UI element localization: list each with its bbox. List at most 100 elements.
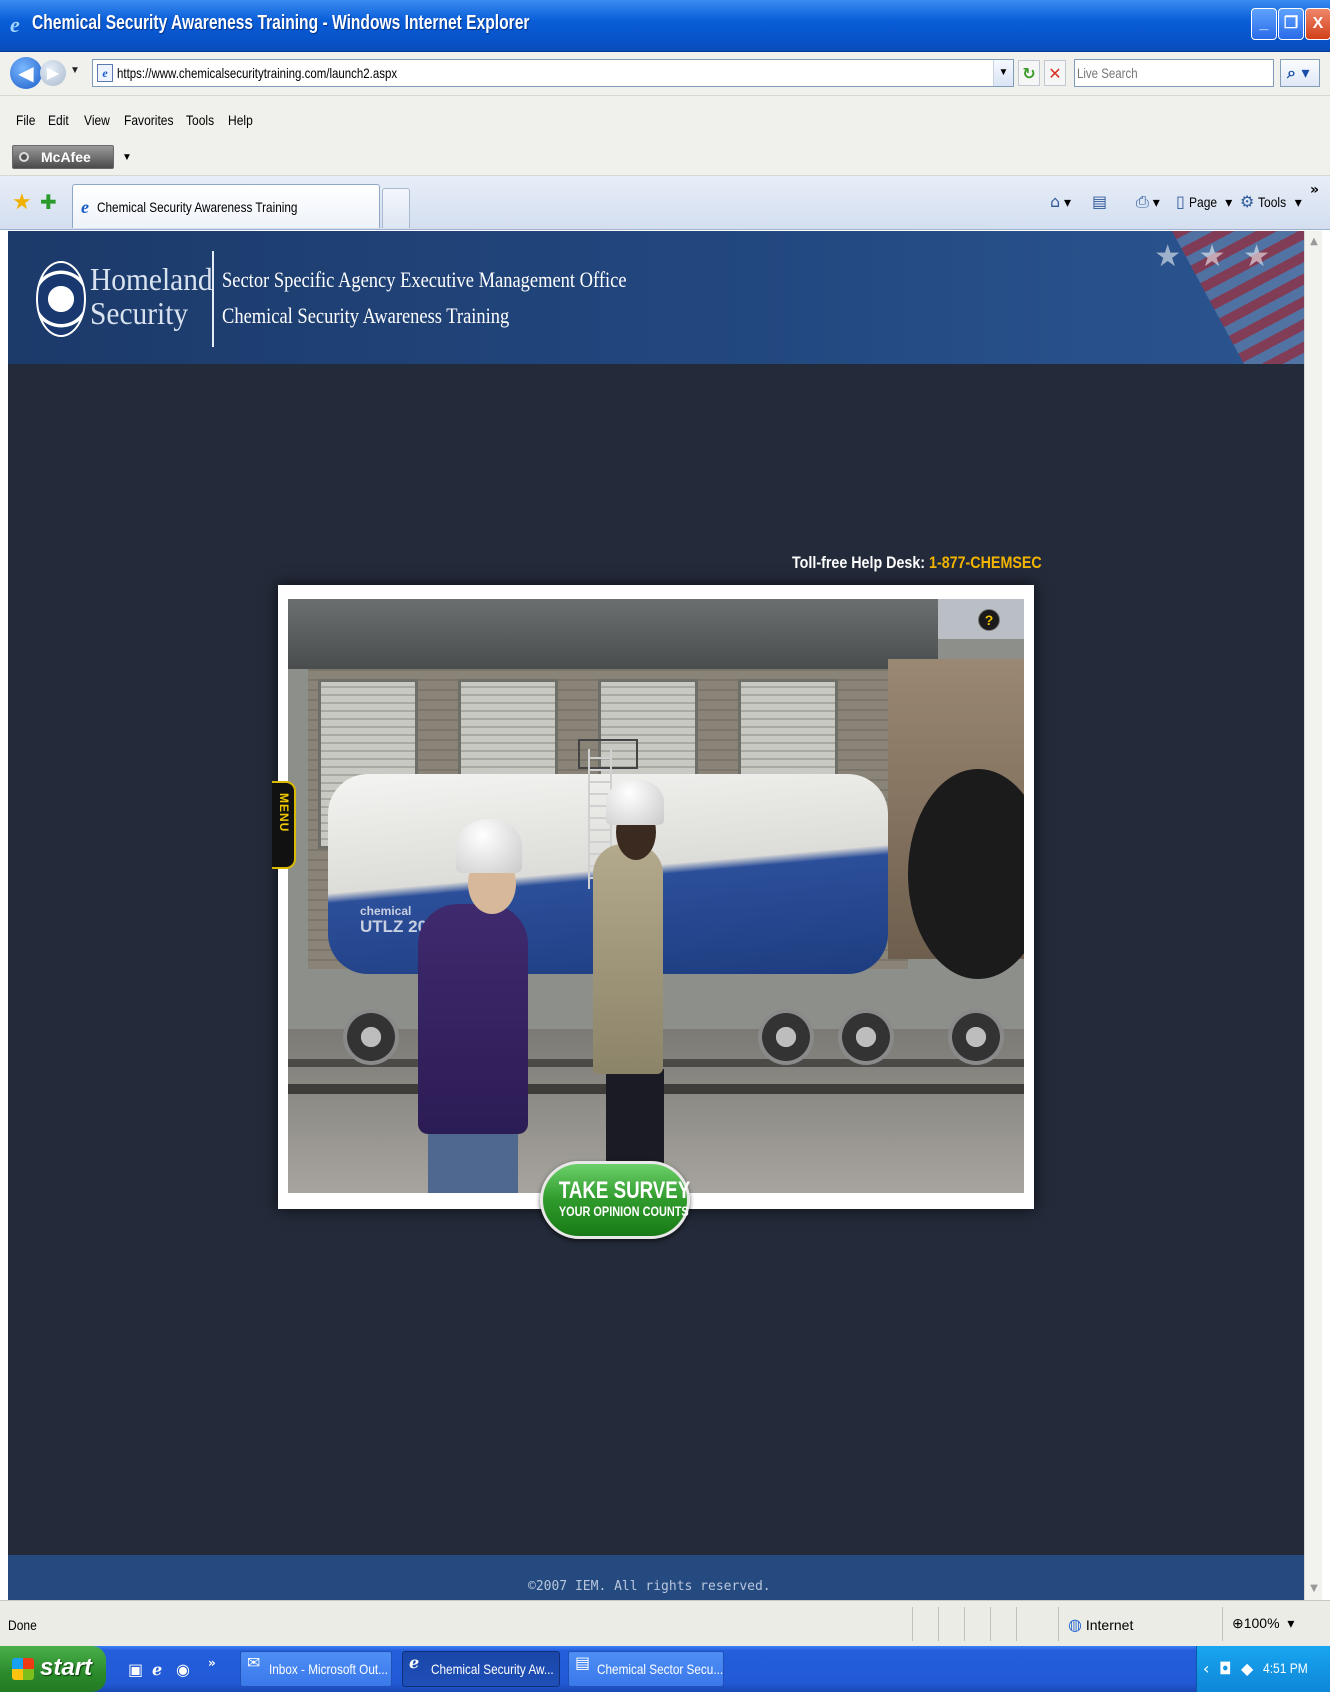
page-content: ★ ★ ★ ✦ Homeland Security Sector Specifi… <box>8 231 1304 1600</box>
eagle-icon: ✦ <box>54 287 72 311</box>
forward-arrow-icon[interactable]: ▶ <box>40 60 66 86</box>
menu-favorites[interactable]: Favorites <box>124 112 174 128</box>
training-player[interactable]: chemical UTLZ 2007 ? <box>278 585 1034 1209</box>
status-text: Done <box>8 1617 37 1633</box>
search-icon[interactable]: ⌕ ▾ <box>1280 59 1320 87</box>
page-footer: ©2007 IEM. All rights reserved. <box>8 1555 1304 1600</box>
vertical-scrollbar[interactable]: ▲ ▼ <box>1304 231 1322 1600</box>
status-divider <box>912 1607 913 1641</box>
task-chemical-sector[interactable]: ▤ Chemical Sector Secu... <box>568 1651 724 1687</box>
tray-expand-icon[interactable]: ‹ <box>1203 1659 1209 1678</box>
home-button[interactable]: ⌂ ▾ <box>1050 192 1071 211</box>
address-field[interactable]: e https://www.chemicalsecuritytraining.c… <box>92 59 1014 87</box>
system-tray: ‹ ◘ ◆ 4:51 PM <box>1196 1646 1330 1692</box>
ie-task-icon: ℯ <box>409 1653 420 1672</box>
dhs-banner: ★ ★ ★ ✦ Homeland Security Sector Specifi… <box>8 231 1304 364</box>
hard-hat-left <box>456 819 522 873</box>
mcafee-tray-icon[interactable]: ◘ <box>1219 1659 1232 1678</box>
feeds-button[interactable]: ▤ <box>1092 192 1107 211</box>
mcafee-dropdown-icon[interactable]: ▼ <box>122 152 132 163</box>
task-outlook-label: Inbox - Microsoft Out... <box>269 1661 388 1677</box>
menu-bar: File Edit View Favorites Tools Help <box>0 96 1330 140</box>
print-button[interactable]: ⎙ ▾ <box>1136 192 1160 212</box>
tab-label: Chemical Security Awareness Training <box>97 199 298 215</box>
windows-taskbar: start ▣ ℯ ◉ » ✉ Inbox - Microsoft Out...… <box>0 1646 1330 1692</box>
player-menu-tab[interactable]: MENU <box>272 781 296 869</box>
ie-quicklaunch-icon[interactable]: ℯ <box>152 1660 162 1679</box>
new-tab-button[interactable] <box>382 188 410 228</box>
take-survey-button[interactable]: TAKE SURVEY YOUR OPINION COUNTS <box>540 1161 690 1239</box>
mcafee-toolbar: McAfee ▼ <box>0 140 1330 176</box>
refresh-icon[interactable]: ↻ <box>1018 60 1040 86</box>
helpdesk-phone: 1-877-CHEMSEC <box>929 553 1042 572</box>
back-arrow-icon[interactable]: ◀ <box>10 57 42 89</box>
player-menu-label: MENU <box>277 793 291 833</box>
tools-menu-button[interactable]: ⚙ Tools ▾ <box>1240 192 1302 211</box>
add-favorites-icon[interactable]: ✚ <box>40 190 57 214</box>
ie-logo-icon: e <box>10 12 20 37</box>
page-icon: e <box>97 64 113 82</box>
status-divider <box>938 1607 939 1641</box>
stop-icon[interactable]: ✕ <box>1044 60 1066 86</box>
survey-title: TAKE SURVEY <box>558 1177 691 1204</box>
status-divider <box>990 1607 991 1641</box>
address-toolbar: ◀ ▶ ▼ e https://www.chemicalsecuritytrai… <box>0 52 1330 96</box>
survey-subtitle: YOUR OPINION COUNTS <box>558 1203 689 1219</box>
menu-help[interactable]: Help <box>228 112 253 128</box>
scene-wheel <box>758 1009 814 1065</box>
zoom-icon: ⊕ <box>1232 1615 1244 1631</box>
status-bar: Done ◍ Internet ⊕100% ▾ <box>0 1600 1330 1646</box>
close-button[interactable]: X <box>1305 8 1330 40</box>
network-tray-icon[interactable]: ◆ <box>1241 1659 1253 1678</box>
gear-icon: ⚙ <box>1240 192 1255 211</box>
history-dropdown-icon[interactable]: ▼ <box>70 65 80 76</box>
media-player-icon[interactable]: ◉ <box>176 1660 190 1679</box>
menu-file[interactable]: File <box>16 112 35 128</box>
page-icon: ▯ <box>1176 192 1185 211</box>
worker-left-body <box>418 904 528 1134</box>
window-title-bar: e Chemical Security Awareness Training -… <box>0 0 1330 52</box>
task-chemical-sector-label: Chemical Sector Secu... <box>597 1661 724 1677</box>
chevron-more-icon[interactable]: » <box>1310 182 1319 198</box>
scene-wheel <box>838 1009 894 1065</box>
scroll-down-icon[interactable]: ▼ <box>1306 1580 1322 1598</box>
quicklaunch-more-icon[interactable]: » <box>208 1656 216 1670</box>
favorites-star-icon[interactable]: ★ <box>12 190 32 215</box>
task-outlook[interactable]: ✉ Inbox - Microsoft Out... <box>240 1651 392 1687</box>
scroll-up-icon[interactable]: ▲ <box>1306 233 1322 251</box>
menu-edit[interactable]: Edit <box>48 112 69 128</box>
search-field[interactable] <box>1074 59 1274 87</box>
menu-view[interactable]: View <box>84 112 110 128</box>
page-menu-button[interactable]: ▯ Page ▾ <box>1176 192 1232 211</box>
help-button[interactable]: ? <box>978 609 1000 631</box>
agency-name-line2: Security <box>90 295 189 331</box>
search-input[interactable] <box>1077 63 1233 83</box>
menu-tools[interactable]: Tools <box>186 112 214 128</box>
maximize-button[interactable]: ❐ <box>1278 8 1304 40</box>
address-dropdown-icon[interactable]: ▼ <box>993 60 1013 86</box>
scene-roof <box>288 599 938 669</box>
address-url[interactable]: https://www.chemicalsecuritytraining.com… <box>117 65 397 81</box>
tools-menu-label: Tools <box>1258 194 1287 210</box>
mcafee-label: McAfee <box>41 149 91 165</box>
minimize-button[interactable]: _ <box>1251 8 1277 40</box>
banner-divider <box>212 251 214 347</box>
scene-wheel <box>343 1009 399 1065</box>
tank-text-small: chemical <box>360 904 412 918</box>
task-chemical-security[interactable]: ℯ Chemical Security Aw... <box>402 1651 560 1687</box>
start-button[interactable]: start <box>0 1646 106 1692</box>
status-divider <box>1222 1607 1223 1641</box>
task-chemical-security-label: Chemical Security Aw... <box>431 1661 554 1677</box>
ie-page-icon: e <box>81 197 89 217</box>
mcafee-button[interactable]: McAfee <box>12 145 114 169</box>
agency-name-line1: Homeland <box>90 261 213 297</box>
show-desktop-icon[interactable]: ▣ <box>128 1660 143 1679</box>
feeds-icon: ▤ <box>1092 192 1108 211</box>
document-icon: ▤ <box>575 1653 591 1672</box>
mcafee-status-icon <box>19 152 29 162</box>
tab-bar: ★ ✚ e Chemical Security Awareness Traini… <box>0 176 1330 230</box>
zoom-control[interactable]: ⊕100% ▾ <box>1232 1615 1294 1632</box>
security-zone[interactable]: ◍ Internet <box>1068 1615 1133 1634</box>
copyright-text: ©2007 IEM. All rights reserved. <box>528 1579 771 1594</box>
tab-chemical-security[interactable]: e Chemical Security Awareness Training <box>72 184 380 228</box>
